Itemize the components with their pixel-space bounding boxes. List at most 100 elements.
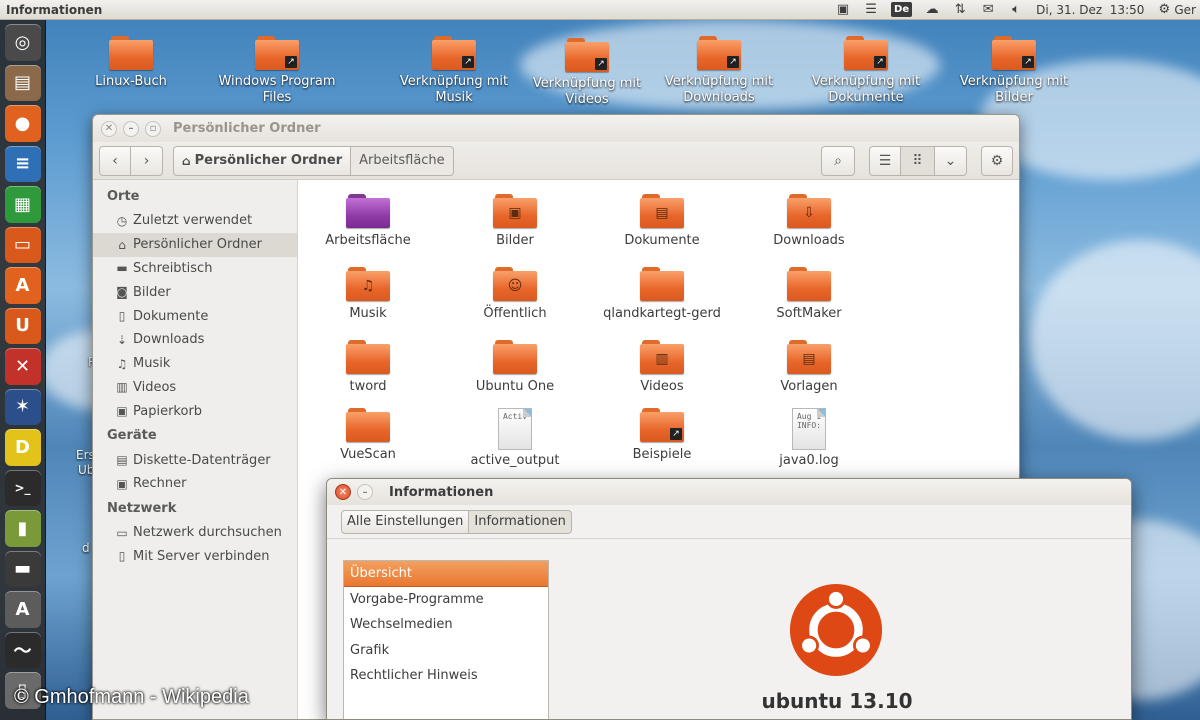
info-category-item[interactable]: Übersicht [344, 561, 548, 587]
sidebar-item[interactable]: ⌂ Persönlicher Ordner [93, 232, 297, 257]
breadcrumb-home[interactable]: ⌂ Persönlicher Ordner [173, 145, 352, 176]
file-item[interactable]: ☺ Öffentlich [440, 267, 590, 321]
file-item[interactable]: Aug 1 INFO: java0.log [734, 408, 884, 468]
file-item-label: Vorlagen [780, 379, 838, 394]
file-item[interactable]: VueScan [293, 408, 443, 462]
minimize-icon[interactable]: – [123, 120, 139, 137]
sidebar-item[interactable]: ▥ Videos [93, 376, 297, 400]
sidebar-item[interactable]: ▭ Netzwerk durchsuchen [93, 521, 297, 545]
file-item[interactable]: ▥ Videos [587, 340, 737, 394]
sidebar-item-label: Videos [133, 379, 177, 395]
list-view-button[interactable]: ☰ [869, 145, 901, 176]
folder-body [640, 271, 684, 301]
mail-envelope-icon[interactable]: ✉ [980, 2, 996, 18]
breadcrumb-desktop[interactable]: Arbeitsfläche [351, 145, 454, 176]
info-category-item[interactable]: Wechselmedien [344, 612, 548, 638]
close-icon[interactable]: ✕ [335, 484, 351, 500]
clipboard-indicator-icon[interactable]: ▣ [835, 2, 851, 18]
softmaker-icon[interactable]: D [4, 429, 41, 466]
file-item[interactable]: ▤ Dokumente [587, 194, 737, 248]
desktop-folder-holder: ↗ [844, 36, 888, 70]
informationen-button[interactable]: Informationen [469, 509, 572, 534]
file-item-label: Beispiele [632, 447, 692, 462]
info-category-item[interactable]: Rechtlicher Hinweis [344, 663, 548, 689]
messaging-menu-icon[interactable]: ☰ [863, 2, 879, 18]
back-button[interactable]: ‹ [99, 145, 131, 176]
desktop-icon[interactable]: Linux-Buch [66, 36, 196, 90]
file-manager-toolbar: ‹ › ⌂ Persönlicher Ordner Arbeitsfläche … [93, 142, 1019, 180]
file-item[interactable]: ▣ Bilder [440, 194, 590, 248]
network-updown-icon[interactable]: ⇅ [952, 2, 968, 18]
file-item[interactable]: Arbeitsfläche [293, 194, 443, 248]
file-item[interactable]: SoftMaker [734, 267, 884, 321]
update-manager-icon[interactable]: A [4, 591, 41, 628]
maximize-icon[interactable]: ▫ [145, 120, 161, 137]
info-category-item[interactable]: Grafik [344, 638, 548, 664]
file-item[interactable]: tword [293, 340, 443, 394]
sidebar-item[interactable]: ▯ Dokumente [93, 304, 297, 328]
sidebar-item[interactable]: ▬ Schreibtisch [93, 257, 297, 281]
file-item[interactable]: ⇩ Downloads [734, 194, 884, 248]
close-icon[interactable]: ✕ [101, 120, 117, 137]
sidebar-item[interactable]: ⇣ Downloads [93, 328, 297, 352]
file-item[interactable]: qlandkartegt-gerd [587, 267, 737, 321]
settings-button[interactable]: ⚙ [981, 145, 1013, 176]
sidebar-item[interactable]: ▣ Papierkorb [93, 399, 297, 423]
desktop-icon[interactable]: ↗ Verknüpfung mit Bilder [949, 36, 1079, 106]
software-center-icon[interactable]: A [4, 267, 41, 304]
ubuntu-one-icon[interactable]: U [4, 307, 41, 344]
folder-body [346, 344, 390, 374]
all-settings-button[interactable]: Alle Einstellungen [341, 509, 470, 534]
floppy-icon[interactable]: ▬ [4, 550, 41, 587]
system-settings-icon[interactable]: ✕ [4, 348, 41, 385]
desktop-icon[interactable]: ↗ Verknüpfung mit Musik [389, 36, 519, 106]
os-version-label: ubuntu 13.10 [761, 689, 913, 713]
sidebar-item[interactable]: ◙ Bilder [93, 280, 297, 304]
system-monitor-icon[interactable]: 〜 [4, 631, 41, 668]
archive-icon[interactable]: ▮ [4, 510, 41, 547]
network-tool-icon[interactable]: ✶ [4, 388, 41, 425]
file-manager-icon[interactable]: ▤ [4, 64, 41, 101]
view-options-button[interactable]: ⌄ [935, 145, 967, 176]
folder-emblem-icon: ⇩ [803, 205, 815, 221]
folder-icon: ↗ [640, 408, 684, 442]
file-item[interactable]: ♫ Musik [293, 267, 443, 321]
sidebar-item-label: Bilder [133, 284, 171, 300]
libreoffice-writer-icon[interactable]: ≡ [4, 145, 41, 182]
firefox-icon[interactable]: ● [4, 105, 41, 142]
folder-icon [787, 267, 831, 301]
ubuntu-one-cloud-icon[interactable]: ☁ [924, 2, 940, 18]
grid-view-button[interactable]: ⠿ [901, 145, 935, 176]
sidebar-item[interactable]: ▣ Rechner [93, 472, 297, 496]
desktop-icon[interactable]: ↗ Verknüpfung mit Videos [522, 38, 652, 108]
folder-icon: ↗ [992, 36, 1036, 70]
info-category-item[interactable]: Vorgabe-Programme [344, 587, 548, 613]
keyboard-layout-indicator[interactable]: De [891, 2, 913, 17]
libreoffice-impress-icon[interactable]: ▭ [4, 226, 41, 263]
desktop-icon[interactable]: ↗ Verknüpfung mit Downloads [654, 36, 784, 106]
desktop-icon[interactable]: ↗ Windows Program Files [212, 36, 342, 106]
file-item[interactable]: Ubuntu One [440, 340, 590, 394]
dash-home-icon[interactable]: ◎ [4, 24, 41, 61]
file-item[interactable]: Activ active_output [440, 408, 590, 468]
sidebar-item[interactable]: ◷ Zuletzt verwendet [93, 209, 297, 233]
search-button[interactable]: ⌕ [821, 145, 855, 176]
libreoffice-calc-icon[interactable]: ▦ [4, 186, 41, 223]
file-item-label: SoftMaker [776, 306, 842, 321]
volume-speaker-icon[interactable]: 🔈︎ [1008, 2, 1024, 18]
session-user-label[interactable]: Ger [1174, 3, 1196, 17]
session-gear-icon[interactable]: ⚙ [1156, 2, 1172, 18]
file-item[interactable]: ▤ Vorlagen [734, 340, 884, 394]
copyright-watermark: © Gmhofmann - Wikipedia [14, 686, 249, 708]
sidebar-item[interactable]: ♫ Musik [93, 352, 297, 376]
forward-button[interactable]: › [131, 145, 163, 176]
sidebar-item[interactable]: ▤ Diskette-Datenträger [93, 448, 297, 472]
file-item-label: Dokumente [624, 233, 700, 248]
sidebar-item[interactable]: ▯ Mit Server verbinden [93, 545, 297, 569]
file-item[interactable]: ↗ Beispiele [587, 408, 737, 462]
minimize-icon[interactable]: – [357, 484, 373, 500]
folder-icon [109, 36, 153, 70]
desktop-icon[interactable]: ↗ Verknüpfung mit Dokumente [801, 36, 931, 106]
terminal-icon[interactable]: >_ [4, 469, 41, 506]
clock-datetime[interactable]: Di, 31. Dez 13:50 [1036, 3, 1144, 17]
